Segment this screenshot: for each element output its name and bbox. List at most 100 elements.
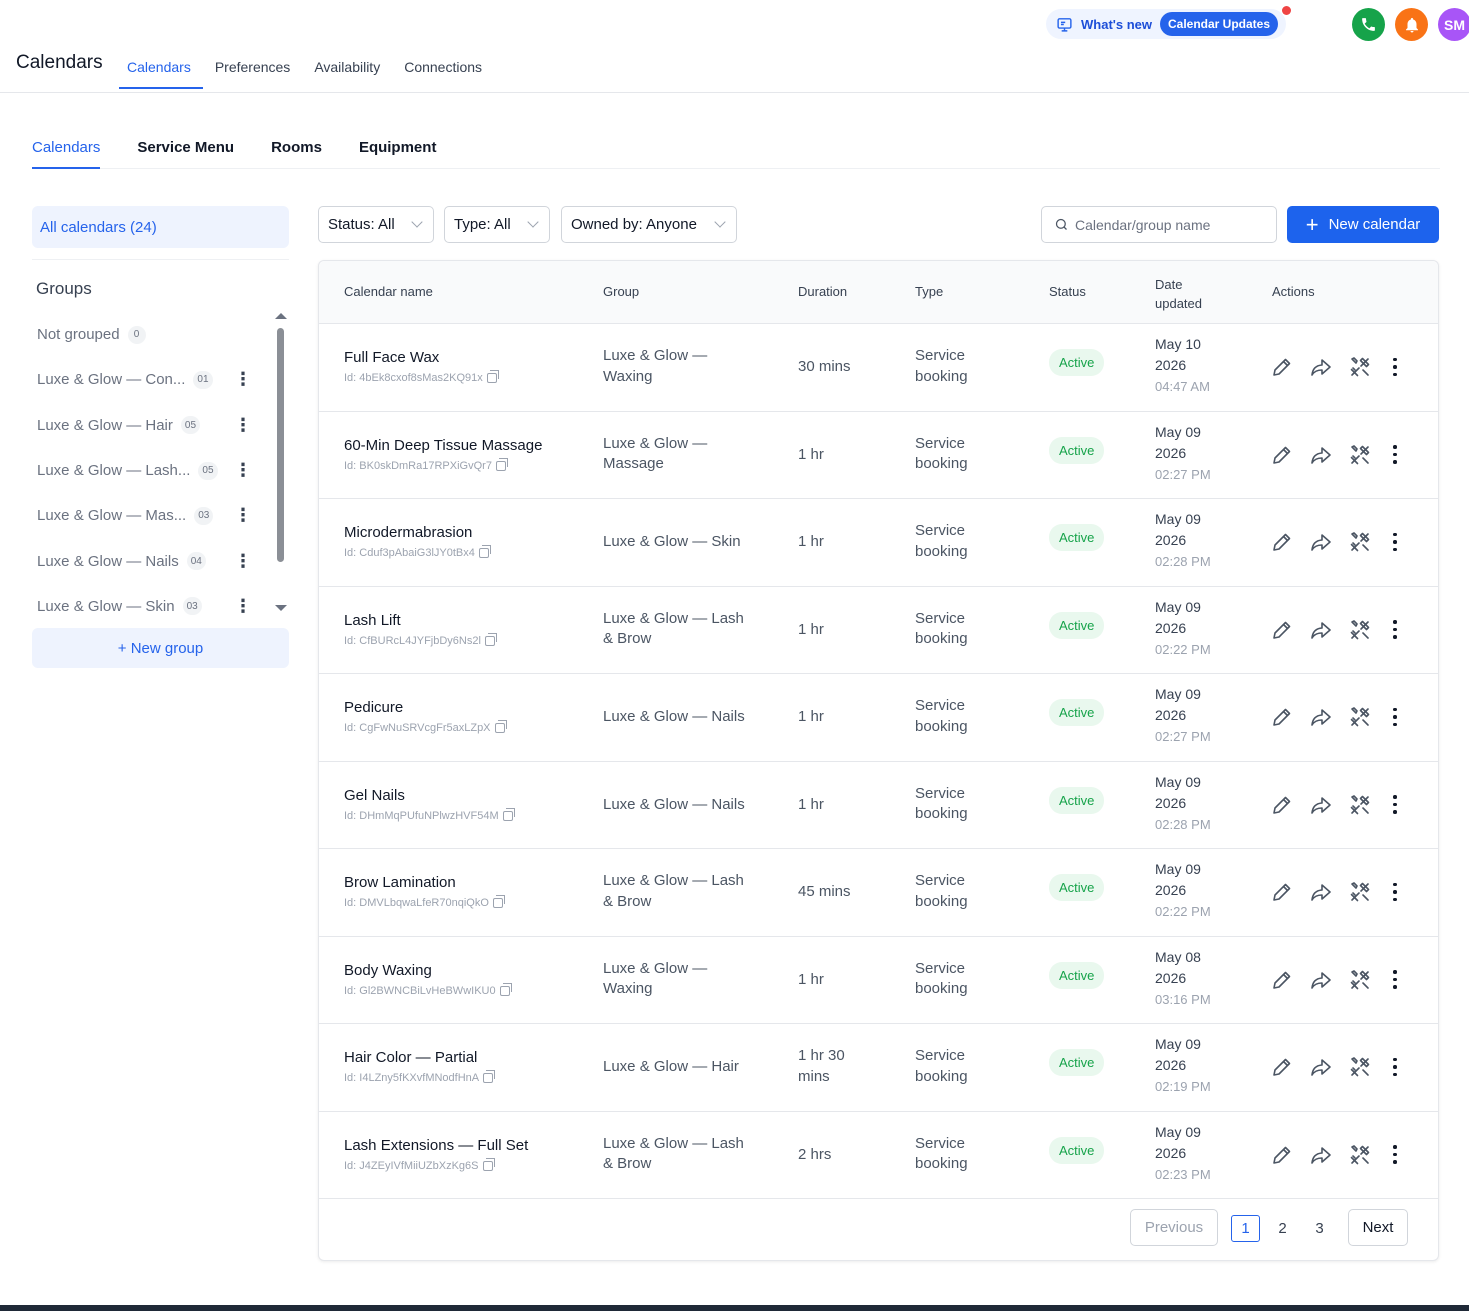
copy-icon[interactable] bbox=[478, 545, 491, 558]
search-input[interactable] bbox=[1075, 216, 1255, 233]
table-row[interactable]: 60-Min Deep Tissue Massage Id: BK0skDmRa1… bbox=[319, 412, 1438, 499]
more-options-icon[interactable] bbox=[1390, 531, 1400, 553]
copy-icon[interactable] bbox=[486, 370, 499, 383]
group-list-scrollbar[interactable] bbox=[275, 313, 287, 613]
group-item[interactable]: Luxe & Glow — Con... 01 ⋮ bbox=[37, 357, 267, 402]
copy-icon[interactable] bbox=[483, 1070, 496, 1083]
more-options-icon[interactable] bbox=[1390, 619, 1400, 641]
group-menu-icon[interactable]: ⋮ bbox=[234, 460, 252, 481]
table-row[interactable]: Lash Lift Id: CfBURcL4JYFjbDy6Ns2l Luxe & … bbox=[319, 587, 1438, 674]
edit-icon[interactable] bbox=[1270, 968, 1294, 992]
next-page-button[interactable]: Next bbox=[1348, 1209, 1408, 1246]
scroll-down-arrow[interactable] bbox=[275, 605, 287, 611]
scroll-up-arrow[interactable] bbox=[275, 313, 287, 319]
page-3-button[interactable]: 3 bbox=[1305, 1215, 1334, 1242]
more-options-icon[interactable] bbox=[1390, 969, 1400, 991]
edit-icon[interactable] bbox=[1270, 530, 1294, 554]
page-1-button[interactable]: 1 bbox=[1231, 1215, 1260, 1242]
edit-icon[interactable] bbox=[1270, 793, 1294, 817]
calendar-name[interactable]: Brow Lamination bbox=[344, 874, 503, 891]
more-options-icon[interactable] bbox=[1390, 1144, 1400, 1166]
scroll-thumb[interactable] bbox=[277, 328, 284, 562]
user-avatar[interactable]: SM bbox=[1438, 8, 1469, 41]
more-options-icon[interactable] bbox=[1390, 881, 1400, 903]
table-row[interactable]: Gel Nails Id: DHmMqPUfuNPlwzHVF54M Luxe & … bbox=[319, 762, 1438, 849]
header-calendar-name[interactable]: Calendar name bbox=[344, 284, 433, 299]
tools-icon[interactable] bbox=[1348, 1143, 1372, 1167]
calendar-name[interactable]: Hair Color — Partial bbox=[344, 1049, 493, 1066]
group-item[interactable]: Not grouped 0 bbox=[37, 312, 267, 357]
new-calendar-button[interactable]: + New calendar bbox=[1287, 206, 1439, 243]
phone-button[interactable] bbox=[1352, 8, 1385, 41]
sub-tab-rooms[interactable]: Rooms bbox=[271, 125, 322, 169]
group-menu-icon[interactable]: ⋮ bbox=[234, 505, 252, 526]
edit-icon[interactable] bbox=[1270, 880, 1294, 904]
copy-icon[interactable] bbox=[495, 457, 508, 471]
more-options-icon[interactable] bbox=[1390, 356, 1400, 378]
page-2-button[interactable]: 2 bbox=[1268, 1215, 1297, 1242]
whats-new-button[interactable]: What's new Calendar Updates bbox=[1046, 9, 1286, 39]
calendar-name[interactable]: 60-Min Deep Tissue Massage bbox=[344, 437, 542, 454]
top-tab-connections[interactable]: Connections bbox=[396, 56, 494, 89]
more-options-icon[interactable] bbox=[1390, 444, 1400, 466]
type-filter[interactable]: Type: All bbox=[444, 206, 550, 243]
new-group-button[interactable]: + New group bbox=[32, 628, 289, 668]
top-tab-preferences[interactable]: Preferences bbox=[207, 56, 302, 89]
copy-icon[interactable] bbox=[494, 720, 507, 733]
header-group[interactable]: Group bbox=[603, 284, 639, 299]
tools-icon[interactable] bbox=[1348, 968, 1372, 992]
calendar-name[interactable]: Lash Extensions — Full Set bbox=[344, 1137, 528, 1154]
group-menu-icon[interactable]: ⋮ bbox=[234, 415, 252, 436]
share-icon[interactable] bbox=[1309, 968, 1333, 992]
top-tab-availability[interactable]: Availability bbox=[306, 56, 392, 89]
group-item[interactable]: Luxe & Glow — Skin 03 ⋮ bbox=[37, 584, 267, 629]
tools-icon[interactable] bbox=[1348, 530, 1372, 554]
group-item[interactable]: Luxe & Glow — Hair 05 ⋮ bbox=[37, 403, 267, 448]
calendar-name[interactable]: Body Waxing bbox=[344, 962, 510, 979]
share-icon[interactable] bbox=[1309, 355, 1333, 379]
tools-icon[interactable] bbox=[1348, 355, 1372, 379]
group-menu-icon[interactable]: ⋮ bbox=[234, 596, 252, 617]
edit-icon[interactable] bbox=[1270, 705, 1294, 729]
sub-tab-equipment[interactable]: Equipment bbox=[359, 125, 437, 169]
copy-icon[interactable] bbox=[482, 1157, 495, 1171]
more-options-icon[interactable] bbox=[1390, 1056, 1400, 1078]
tools-icon[interactable] bbox=[1348, 618, 1372, 642]
copy-icon[interactable] bbox=[492, 895, 505, 908]
header-date-updated[interactable]: Date updated bbox=[1155, 275, 1202, 313]
header-status[interactable]: Status bbox=[1049, 284, 1086, 299]
share-icon[interactable] bbox=[1309, 705, 1333, 729]
group-item[interactable]: Luxe & Glow — Lash... 05 ⋮ bbox=[37, 448, 267, 493]
table-row[interactable]: Brow Lamination Id: DMVLbqwaLfeR70nqiQkO L… bbox=[319, 849, 1438, 937]
group-item[interactable]: Luxe & Glow — Nails 04 ⋮ bbox=[37, 538, 267, 583]
copy-icon[interactable] bbox=[502, 807, 515, 821]
table-row[interactable]: Full Face Wax Id: 4bEk8cxof8sMas2KQ91x Lux… bbox=[319, 324, 1438, 412]
share-icon[interactable] bbox=[1309, 793, 1333, 817]
share-icon[interactable] bbox=[1309, 443, 1333, 467]
edit-icon[interactable] bbox=[1270, 618, 1294, 642]
calendar-name[interactable]: Lash Lift bbox=[344, 612, 495, 629]
notifications-button[interactable] bbox=[1395, 8, 1428, 41]
table-row[interactable]: Body Waxing Id: Gl2BWNCBiLvHeBWwIKU0 Luxe … bbox=[319, 937, 1438, 1024]
edit-icon[interactable] bbox=[1270, 443, 1294, 467]
group-item[interactable]: Luxe & Glow — Mas... 03 ⋮ bbox=[37, 493, 267, 538]
copy-icon[interactable] bbox=[484, 632, 497, 646]
calendar-name[interactable]: Pedicure bbox=[344, 699, 505, 716]
copy-icon[interactable] bbox=[499, 982, 512, 996]
tools-icon[interactable] bbox=[1348, 793, 1372, 817]
edit-icon[interactable] bbox=[1270, 355, 1294, 379]
tools-icon[interactable] bbox=[1348, 443, 1372, 467]
header-type[interactable]: Type bbox=[915, 284, 943, 299]
calendar-name[interactable]: Microdermabrasion bbox=[344, 524, 489, 541]
owned-by-filter[interactable]: Owned by: Anyone bbox=[561, 206, 737, 243]
table-row[interactable]: Lash Extensions — Full Set Id: J4ZEyIVfMi… bbox=[319, 1112, 1438, 1199]
edit-icon[interactable] bbox=[1270, 1055, 1294, 1079]
share-icon[interactable] bbox=[1309, 1055, 1333, 1079]
status-filter[interactable]: Status: All bbox=[318, 206, 434, 243]
table-row[interactable]: Hair Color — Partial Id: I4LZny5fKXvfMNod… bbox=[319, 1024, 1438, 1112]
tools-icon[interactable] bbox=[1348, 705, 1372, 729]
share-icon[interactable] bbox=[1309, 618, 1333, 642]
sub-tab-service-menu[interactable]: Service Menu bbox=[137, 125, 234, 169]
calendar-name[interactable]: Full Face Wax bbox=[344, 349, 497, 366]
edit-icon[interactable] bbox=[1270, 1143, 1294, 1167]
